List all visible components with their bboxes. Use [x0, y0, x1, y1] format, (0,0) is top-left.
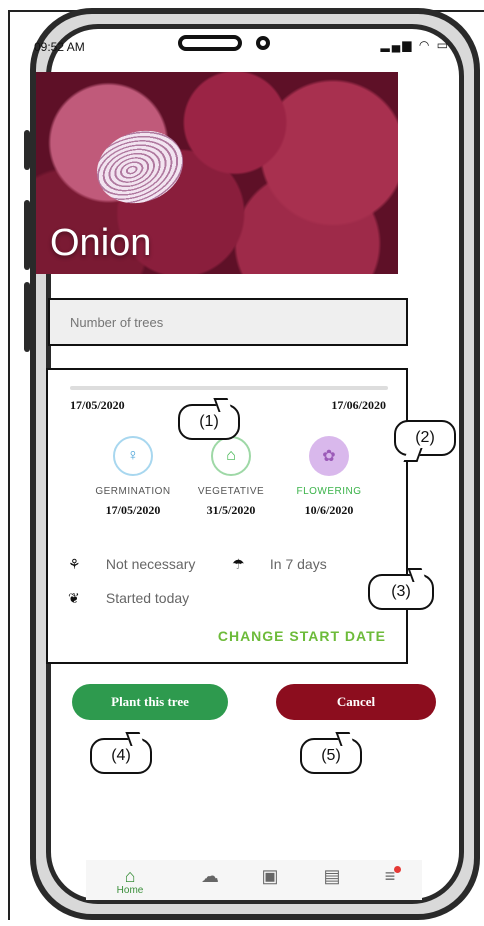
hero-image: Onion	[36, 72, 398, 274]
water-info: ☂ In 7 days	[232, 556, 327, 573]
battery-icon: ▭	[436, 38, 450, 52]
stage-vegetative[interactable]: ⌂ VEGETATIVE 31/5/2020	[176, 436, 286, 518]
water-text: In 7 days	[269, 556, 327, 572]
callout-4: (4)	[90, 738, 152, 774]
signal-icon: ▂▄▆	[380, 38, 414, 52]
timeline-start-date: 17/05/2020	[70, 398, 125, 412]
fertilize-info: ⚘ Not necessary	[68, 556, 195, 573]
callout-3: (3)	[368, 574, 434, 610]
watering-can-icon: ☂	[232, 556, 245, 572]
bottom-nav: ⌂ Home ☁ ▣ ▤ ≡	[86, 860, 422, 900]
status-bar: 09:52 AM ▂▄▆ ◠ ▭	[0, 30, 484, 56]
timeline-progress-bar	[70, 386, 388, 390]
nav-trees[interactable]: ☁	[190, 866, 230, 887]
callout-1: (1)	[178, 404, 240, 440]
cancel-button[interactable]: Cancel	[276, 684, 436, 720]
stage-flowering[interactable]: ✿ FLOWERING 10/6/2020	[274, 436, 384, 518]
sprout-icon: ❦	[68, 590, 80, 606]
change-start-date-link[interactable]: CHANGE START DATE	[218, 628, 386, 644]
nav-home-label: Home	[116, 885, 144, 896]
stage-germination[interactable]: ♀ GERMINATION 17/05/2020	[78, 436, 188, 518]
stage-name: VEGETATIVE	[197, 486, 265, 497]
status-icons: ▂▄▆ ◠ ▭	[381, 38, 450, 52]
plant-tree-button[interactable]: Plant this tree	[72, 684, 228, 720]
number-of-trees-input[interactable]	[50, 300, 406, 344]
camera-icon	[256, 36, 270, 50]
home-icon: ⌂	[124, 866, 136, 886]
seedling-icon: ♀	[113, 436, 153, 476]
callout-2: (2)	[394, 420, 456, 456]
nav-menu[interactable]: ≡	[370, 866, 410, 887]
speaker-icon	[178, 35, 242, 51]
timeline-end-date: 17/06/2020	[331, 398, 386, 412]
stage-name: GERMINATION	[95, 486, 171, 497]
stage-name: FLOWERING	[296, 486, 362, 497]
nav-gallery[interactable]: ▤	[312, 866, 352, 887]
fertilize-icon: ⚘	[68, 556, 81, 572]
nav-garden[interactable]: ▣	[250, 866, 290, 887]
stage-date: 10/6/2020	[304, 503, 354, 517]
plant-pot-icon: ▣	[261, 866, 279, 886]
stage-date: 31/5/2020	[206, 503, 256, 517]
tree-icon: ⌂	[211, 436, 251, 476]
notification-dot	[394, 866, 401, 873]
growth-info: ❦ Started today	[68, 590, 189, 607]
growth-text: Started today	[105, 590, 190, 606]
nav-home[interactable]: ⌂ Home	[110, 866, 150, 896]
status-time: 09:52 AM	[34, 40, 85, 54]
frame-line-left	[8, 10, 10, 920]
number-of-trees-field[interactable]	[48, 298, 408, 346]
onion-cut-illustration	[86, 119, 194, 215]
stage-date: 17/05/2020	[105, 503, 161, 517]
wifi-icon: ◠	[418, 38, 432, 52]
flower-tree-icon: ✿	[309, 436, 349, 476]
page-title: Onion	[50, 222, 152, 264]
callout-5: (5)	[300, 738, 362, 774]
fertilize-text: Not necessary	[105, 556, 196, 572]
gallery-icon: ▤	[323, 866, 341, 886]
tree-outline-icon: ☁	[201, 866, 219, 886]
